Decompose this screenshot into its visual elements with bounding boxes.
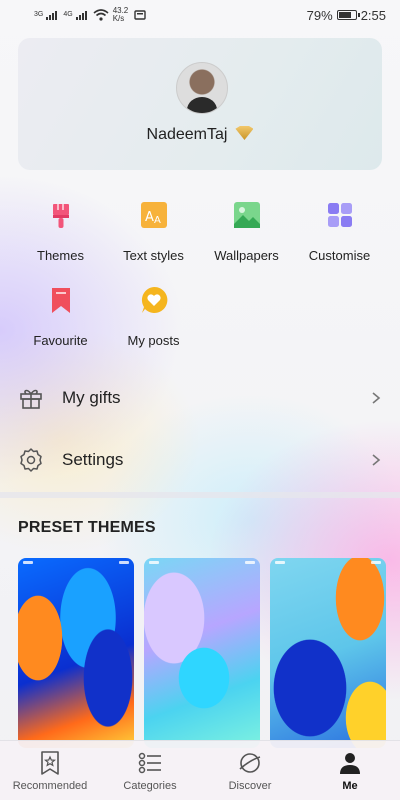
preset-themes-title: PRESET THEMES (18, 519, 156, 536)
nav-me[interactable]: Me (300, 741, 400, 800)
feature-label: Customise (308, 248, 371, 263)
bookmark-star-icon (41, 751, 59, 775)
svg-text:A: A (154, 215, 161, 226)
section-divider (0, 492, 400, 498)
person-icon (340, 753, 360, 774)
image-icon (233, 202, 260, 228)
nav-label: Categories (123, 780, 177, 792)
text-style-icon: A A (140, 202, 167, 228)
feature-label: Themes (37, 248, 84, 263)
username-text: NadeemTaj (146, 126, 228, 143)
bookmark-icon (51, 288, 70, 313)
nav-recommended[interactable]: Recommended (0, 741, 100, 800)
profile-card[interactable]: NadeemTaj (18, 38, 382, 170)
svg-text:A: A (145, 210, 154, 225)
battery-icon (336, 10, 360, 20)
theme-thumbnail[interactable] (18, 558, 134, 748)
vip-badge-icon (235, 126, 254, 140)
settings-row[interactable]: Settings (0, 436, 400, 484)
battery-percent: 79% (306, 7, 333, 23)
theme-thumbnail[interactable] (270, 558, 386, 748)
chevron-right-icon (372, 392, 381, 404)
feature-label: Favourite (33, 333, 88, 348)
nav-label: Recommended (12, 780, 88, 792)
feature-wallpapers[interactable]: Wallpapers (200, 200, 293, 263)
my-gifts-label: My gifts (62, 388, 121, 407)
status-bar: 3G 4G 43.2 K/s 79% 2:55 (0, 0, 400, 30)
clock: 2:55 (360, 7, 386, 23)
feature-favourite[interactable]: Favourite (14, 285, 107, 348)
nav-label: Discover (228, 780, 272, 792)
feature-my-posts[interactable]: My posts (107, 285, 200, 348)
gear-icon (20, 448, 42, 472)
gift-icon (20, 389, 42, 409)
list-icon (138, 752, 161, 774)
speed-unit: K/s (112, 14, 125, 23)
notification-icon (134, 10, 146, 20)
grid-icon (327, 203, 352, 227)
username: NadeemTaj (18, 126, 382, 144)
theme-thumbnail[interactable] (144, 558, 260, 748)
nav-discover[interactable]: Discover (200, 741, 300, 800)
settings-label: Settings (62, 450, 124, 469)
feature-label: Text styles (123, 248, 184, 263)
feature-text-styles[interactable]: A A Text styles (107, 200, 200, 263)
feature-grid: Themes A A Text styles Wallpapers Custom… (14, 200, 386, 348)
network-type-2: 4G (63, 10, 73, 18)
signal-icon-3g: 3G (34, 10, 58, 20)
signal-icon-4g: 4G (63, 10, 87, 20)
my-gifts-row[interactable]: My gifts (0, 374, 400, 422)
feature-customise[interactable]: Customise (293, 200, 386, 263)
heart-bubble-icon (141, 286, 167, 313)
feature-themes[interactable]: Themes (14, 200, 107, 263)
chevron-right-icon (372, 454, 381, 466)
preset-themes-list[interactable] (18, 558, 400, 748)
wifi-icon (93, 9, 109, 21)
nav-categories[interactable]: Categories (100, 741, 200, 800)
bottom-nav: Recommended Categories Discover Me (0, 740, 400, 800)
network-speed: 43.2 K/s (113, 7, 129, 23)
feature-label: My posts (127, 333, 180, 348)
planet-icon (239, 753, 261, 773)
brush-icon (52, 204, 69, 228)
nav-label: Me (342, 780, 358, 792)
feature-label: Wallpapers (214, 248, 279, 263)
avatar[interactable] (176, 62, 228, 114)
network-type-1: 3G (34, 10, 44, 18)
